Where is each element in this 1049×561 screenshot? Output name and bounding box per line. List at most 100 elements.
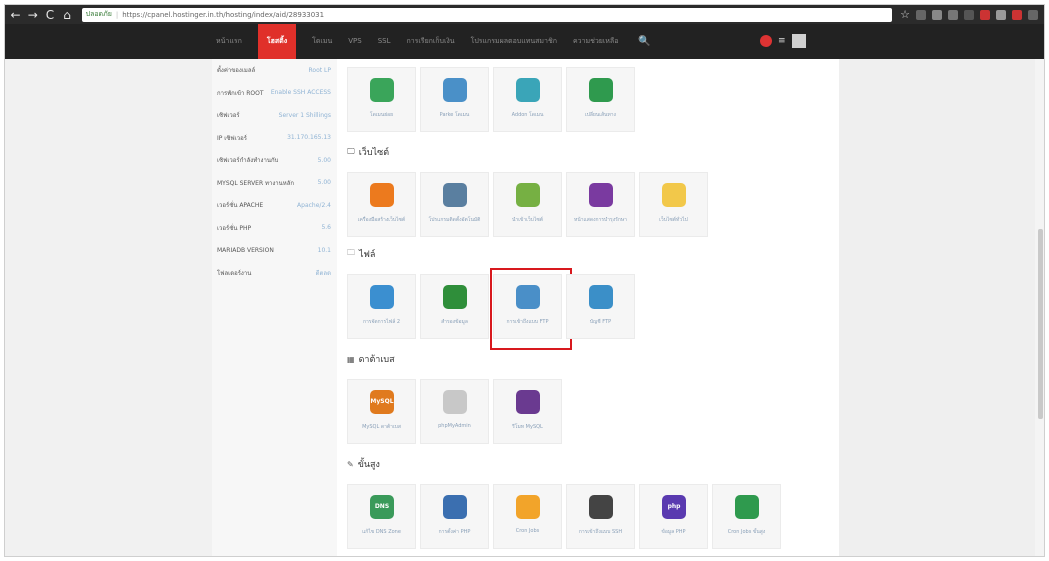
forward-icon[interactable]: → xyxy=(26,8,39,22)
tile-label: รีโมท MySQL xyxy=(512,424,543,430)
tile-advanced-cron[interactable]: Cron Jobs ขั้นสูง xyxy=(712,484,781,549)
tile-label: นำเข้าเว็บไซต์ xyxy=(511,217,543,223)
tile-label: เปลี่ยนเส้นทาง xyxy=(584,112,617,118)
tile-parked-domain[interactable]: Parke โดเมน xyxy=(420,67,489,132)
tile-label: โปรแกรมติดตั้งอัตโนมัติ xyxy=(428,217,481,223)
address-separator: | xyxy=(115,10,119,19)
tile-remote-mysql[interactable]: รีโมท MySQL xyxy=(493,379,562,444)
sidebar-row: เซิฟเวอร์กำลังทำงานกับ 5.00 xyxy=(212,149,337,172)
nav-item[interactable]: ความช่วยเหลือ xyxy=(573,24,618,59)
tile-ftp-accounts[interactable]: บัญชี FTP xyxy=(566,274,635,339)
pdf-extension-icon[interactable] xyxy=(1011,9,1022,20)
tile-label: Parke โดเมน xyxy=(439,112,470,118)
advanced-cron-icon xyxy=(735,495,759,519)
nav-item[interactable]: VPS xyxy=(348,24,361,59)
cron-jobs-icon xyxy=(516,495,540,519)
tile-backup[interactable]: สำรองข้อมูล xyxy=(420,274,489,339)
ssh-access-icon xyxy=(589,495,613,519)
back-icon[interactable]: ← xyxy=(9,8,22,22)
nav-item[interactable]: SSL xyxy=(378,24,391,59)
sidebar-row: MYSQL SERVER ทางานหลัก 5.00 xyxy=(212,172,337,195)
sidebar-row-label: MYSQL SERVER ทางานหลัก xyxy=(217,179,295,187)
menu-icon[interactable]: ≡ xyxy=(778,36,786,46)
tool-extension-icon[interactable] xyxy=(947,9,958,20)
nav-item[interactable]: โปรแกรมผลตอบแทนสมาชิก xyxy=(471,24,557,59)
tile-ftp-access[interactable]: การเข้าถึงแบบ FTP xyxy=(493,274,562,339)
bookmark-star-icon[interactable]: ☆ xyxy=(900,8,910,21)
tile-label: การเข้าถึงแบบ SSH xyxy=(578,529,623,535)
tile-redirect[interactable]: เปลี่ยนเส้นทาง xyxy=(566,67,635,132)
sidebar-row-value: ดีตลด xyxy=(315,269,331,277)
section-title-text: เว็บไซต์ xyxy=(358,148,390,158)
tile-website-builder[interactable]: เครื่องมือสร้างเว็บไซต์ xyxy=(347,172,416,237)
tile-mysql-databases[interactable]: MySQL MySQL ดาต้าเบส xyxy=(347,379,416,444)
tile-file-manager[interactable]: การจัดการไฟล์ 2 xyxy=(347,274,416,339)
sidebar-row-label: เวอร์ชั่น PHP xyxy=(217,224,252,232)
address-bar[interactable]: ปลอดภัย | https://cpanel.hostinger.in.th… xyxy=(81,7,893,22)
browser-toolbar: ← → C ⌂ ปลอดภัย | https://cpanel.hosting… xyxy=(5,5,1044,24)
hosting-info-sidebar: ตั้งค่าของเมลล์ Root LP การพักเข้า ROOT Ena… xyxy=(212,59,337,556)
sidebar-row: ตั้งค่าของเมลล์ Root LP xyxy=(212,59,337,82)
sidebar-row-value: 31.170.165.13 xyxy=(287,134,331,142)
sidebar-row-label: MARIADB VERSION xyxy=(217,246,274,254)
notification-bell-icon[interactable] xyxy=(760,35,772,47)
tile-label: การเข้าถึงแบบ FTP xyxy=(506,319,549,325)
php-config-icon xyxy=(443,495,467,519)
site-top-nav: หน้าแรก โฮสติ้ง โดเมน VPS SSL การเรียกเก็บเงิ… xyxy=(5,24,1044,59)
section-title-advanced: ✎ ขั้นสูง xyxy=(347,457,380,471)
section-title-website: 🖵 เว็บไซต์ xyxy=(347,145,389,159)
tile-label: phpMyAdmin xyxy=(438,423,471,429)
tile-ssh-access[interactable]: การเข้าถึงแบบ SSH xyxy=(566,484,635,549)
import-website-icon xyxy=(516,183,540,207)
sidebar-row-label: IP เซิฟเวอร์ xyxy=(217,134,247,142)
search-icon[interactable]: 🔍 xyxy=(638,36,650,47)
mysql-databases-icon: MySQL xyxy=(370,390,394,414)
sidebar-row-label: เซิฟเวอร์ xyxy=(217,112,240,120)
page-scrollbar[interactable] xyxy=(1035,59,1044,556)
more-menu-icon[interactable] xyxy=(1027,9,1038,20)
tile-addon-domain[interactable]: Addon โดเมน xyxy=(493,67,562,132)
reload-icon[interactable]: C xyxy=(43,8,56,22)
sidebar-row-label: เวอร์ชั่น APACHE xyxy=(217,202,264,210)
hd-extension-icon[interactable] xyxy=(963,9,974,20)
nav-item[interactable]: โฮสติ้ง xyxy=(257,24,297,59)
gray-extension-icon[interactable] xyxy=(995,9,1006,20)
tile-subdomain[interactable]: โดเมนย่อย xyxy=(347,67,416,132)
php-info-icon: php xyxy=(662,495,686,519)
sidebar-row-label: การพักเข้า ROOT xyxy=(217,89,264,97)
avatar[interactable] xyxy=(791,34,806,48)
tile-phpmyadmin[interactable]: phpMyAdmin xyxy=(420,379,489,444)
nav-item[interactable]: โดเมน xyxy=(312,24,332,59)
red-extension-icon[interactable] xyxy=(979,9,990,20)
tile-label: เครื่องมือสร้างเว็บไซต์ xyxy=(357,217,406,223)
addon-domain-icon xyxy=(516,78,540,102)
ftp-accounts-icon xyxy=(589,285,613,309)
section-website-icon: 🖵 xyxy=(347,147,355,156)
subdomain-icon xyxy=(370,78,394,102)
tile-cron-jobs[interactable]: Cron Jobs xyxy=(493,484,562,549)
tile-label: การตั้งค่า PHP xyxy=(438,529,471,535)
nav-item[interactable]: หน้าแรก xyxy=(216,24,242,59)
tile-import-website[interactable]: นำเข้าเว็บไซต์ xyxy=(493,172,562,237)
tile-error-pages[interactable]: หน้าแสดงการบำรุงรักษา xyxy=(566,172,635,237)
section-advanced-icon: ✎ xyxy=(347,459,354,469)
tile-auto-installer[interactable]: โปรแกรมติดตั้งอัตโนมัติ xyxy=(420,172,489,237)
tile-php-config[interactable]: การตั้งค่า PHP xyxy=(420,484,489,549)
tile-php-info[interactable]: php ข้อมูล PHP xyxy=(639,484,708,549)
home-icon[interactable]: ⌂ xyxy=(60,8,73,22)
sidebar-row-value: Root LP xyxy=(308,66,331,74)
tile-label: แก้ไข DNS Zone xyxy=(362,529,401,535)
nav-item[interactable]: การเรียกเก็บเงิน xyxy=(406,24,454,59)
edit-extension-icon[interactable] xyxy=(915,9,926,20)
scrollbar-thumb[interactable] xyxy=(1038,229,1043,419)
section-title-text: ขั้นสูง xyxy=(357,460,380,470)
sidebar-row: IP เซิฟเวอร์ 31.170.165.13 xyxy=(212,127,337,150)
tile-label: Cron Jobs ขั้นสูง xyxy=(727,529,766,535)
extension-icon[interactable] xyxy=(931,9,942,20)
tile-dns-zone[interactable]: DNS แก้ไข DNS Zone xyxy=(347,484,416,549)
sidebar-row-label: เซิฟเวอร์กำลังทำงานกับ xyxy=(217,157,279,165)
tile-label: การจัดการไฟล์ 2 xyxy=(362,319,401,325)
sidebar-row-value: 5.00 xyxy=(317,156,331,164)
tile-website[interactable]: เว็บไซต์ทั่วไป xyxy=(639,172,708,237)
redirect-icon xyxy=(589,78,613,102)
